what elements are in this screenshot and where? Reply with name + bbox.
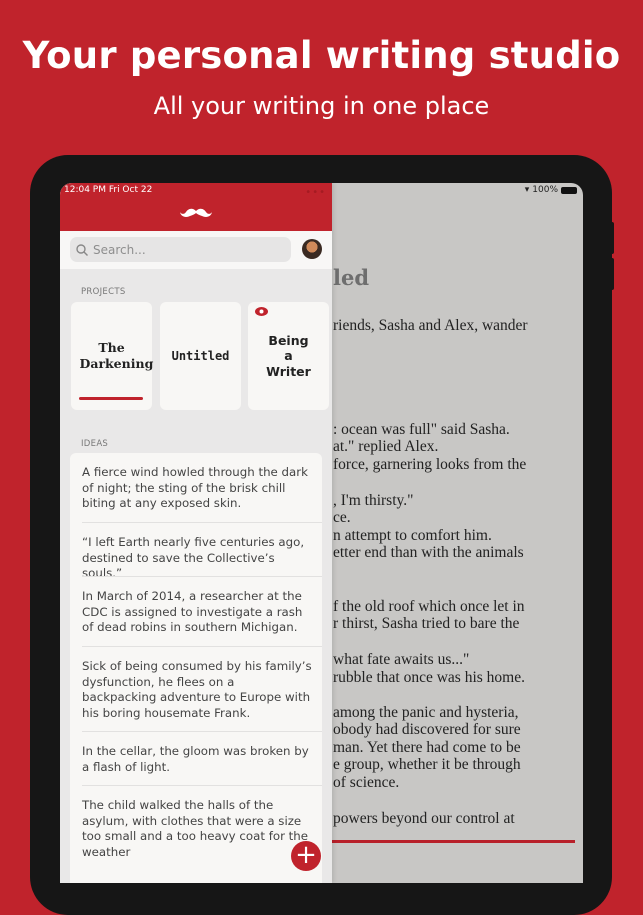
editor-line: ce.	[333, 509, 351, 526]
status-bar-right: ▾ 100%	[525, 185, 577, 195]
list-item[interactable]: In the cellar, the gloom was broken by a…	[82, 744, 312, 775]
editor-line: r thirst, Sasha tried to bare the	[333, 615, 520, 632]
projects-label: PROJECTS	[81, 287, 126, 297]
avatar[interactable]	[302, 239, 322, 259]
hero-subtitle: All your writing in one place	[153, 92, 490, 120]
ideas-list: A fierce wind howled through the dark of…	[70, 453, 322, 883]
sidebar-header: 12:04 PM Fri Oct 22 •••	[60, 183, 332, 231]
divider	[82, 731, 322, 732]
add-button[interactable]: +	[291, 841, 321, 871]
editor-line: among the panic and hysteria,	[333, 704, 519, 721]
editor-line: , I'm thirsty."	[333, 492, 414, 509]
list-item[interactable]: “I left Earth nearly five centuries ago,…	[82, 535, 312, 582]
search-row: Search...	[60, 231, 332, 269]
list-item[interactable]: Sick of being consumed by his family’s d…	[82, 659, 312, 721]
project-title: Untitled	[171, 348, 230, 363]
editor-line: man. Yet there had come to be	[333, 739, 521, 756]
editor-line: powers beyond our control at	[333, 810, 515, 827]
selected-indicator	[79, 397, 143, 400]
editor-line: what fate awaits us..."	[333, 651, 470, 668]
editor-line: e group, whether it be through	[333, 756, 521, 773]
project-title: Being a Writer	[266, 332, 311, 379]
editor-line: of science.	[333, 774, 400, 791]
battery-percent: 100%	[532, 185, 558, 195]
search-placeholder: Search...	[93, 242, 146, 257]
divider	[82, 646, 322, 647]
search-icon	[76, 243, 88, 256]
project-card[interactable]: The Darkening	[71, 302, 154, 410]
document-title: led	[333, 265, 370, 290]
project-title: The Darkening	[79, 340, 154, 371]
editor-line: at." replied Alex.	[333, 438, 439, 455]
list-item[interactable]: A fierce wind howled through the dark of…	[82, 465, 312, 512]
battery-icon	[561, 186, 577, 194]
status-time: 12:04 PM Fri Oct 22	[64, 185, 153, 195]
editor-line: etter end than with the animals	[333, 544, 524, 561]
ideas-label: IDEAS	[81, 439, 109, 449]
list-item[interactable]: The child walked the halls of the asylum…	[82, 798, 312, 860]
divider	[82, 522, 322, 523]
hero-title: Your personal writing studio	[22, 34, 621, 77]
eye-icon	[255, 307, 268, 316]
app-screen: ▾ 100% led riends, Sasha and Alex, wande…	[60, 183, 583, 883]
divider	[82, 785, 322, 786]
sidebar: 12:04 PM Fri Oct 22 ••• Search... PROJEC…	[60, 183, 332, 883]
divider	[82, 576, 322, 577]
volume-button	[608, 222, 614, 254]
editor-line: n attempt to comfort him.	[333, 527, 492, 544]
list-item[interactable]: In March of 2014, a researcher at the CD…	[82, 589, 312, 636]
editor-line: obody had discovered for sure	[333, 721, 521, 738]
wifi-icon: ▾	[524, 185, 530, 195]
progress-bar	[332, 840, 575, 843]
project-card[interactable]: Being a Writer	[248, 302, 329, 410]
project-card[interactable]: Untitled	[160, 302, 241, 410]
editor-line: riends, Sasha and Alex, wander	[333, 317, 528, 334]
search-input[interactable]: Search...	[70, 237, 291, 262]
multitask-dots-icon[interactable]: •••	[305, 187, 326, 198]
editor-line: force, garnering looks from the	[333, 456, 527, 473]
volume-button	[608, 258, 614, 290]
editor-line: f the old roof which once let in	[333, 598, 525, 615]
editor-line: : ocean was full" said Sasha.	[333, 421, 510, 438]
mustache-icon	[180, 208, 212, 217]
editor-line: rubble that once was his home.	[333, 669, 525, 686]
